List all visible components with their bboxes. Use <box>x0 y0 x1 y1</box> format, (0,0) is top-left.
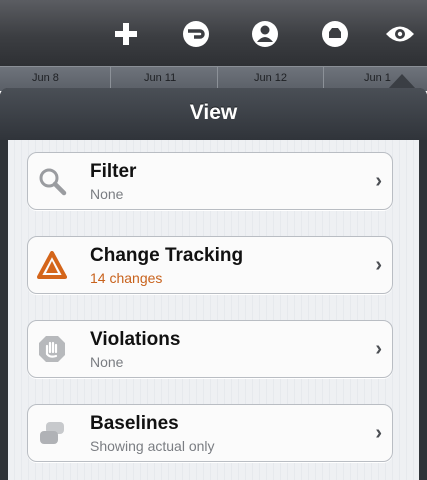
violations-row[interactable]: Violations None › <box>27 320 393 378</box>
violations-subtitle: None <box>90 354 124 370</box>
top-toolbar <box>0 0 427 66</box>
popover-body: Filter None › Change Tracking 14 changes… <box>8 140 419 480</box>
change-tracking-subtitle: 14 changes <box>90 270 163 286</box>
timeline-date: Jun 1 <box>364 72 391 84</box>
add-button[interactable] <box>108 16 144 52</box>
popover-title: View <box>189 101 238 124</box>
chevron-right-icon: › <box>375 338 382 360</box>
stop-button[interactable] <box>317 16 353 52</box>
eye-icon <box>386 26 414 42</box>
baselines-icon <box>36 417 68 449</box>
change-tracking-title: Change Tracking <box>90 245 244 266</box>
magnifier-icon <box>36 165 68 197</box>
baselines-row[interactable]: Baselines Showing actual only › <box>27 404 393 462</box>
timeline-date: Jun 11 <box>144 72 177 84</box>
eye-button[interactable] <box>382 16 418 52</box>
change-tracking-row[interactable]: Change Tracking 14 changes › <box>27 236 393 294</box>
minus-circle-button[interactable] <box>178 16 214 52</box>
filter-subtitle: None <box>90 186 124 202</box>
chevron-right-icon: › <box>375 170 382 192</box>
baselines-title: Baselines <box>90 413 179 434</box>
chevron-right-icon: › <box>375 422 382 444</box>
person-icon <box>252 21 278 47</box>
filter-title: Filter <box>90 161 137 182</box>
baselines-subtitle: Showing actual only <box>90 438 215 454</box>
violations-title: Violations <box>90 329 181 350</box>
filter-row[interactable]: Filter None › <box>27 152 393 210</box>
popover-arrow <box>388 74 416 89</box>
timeline-date: Jun 8 <box>32 72 59 84</box>
stop-icon <box>322 21 348 47</box>
warning-triangle-icon <box>36 249 68 281</box>
timeline-date: Jun 12 <box>254 72 288 84</box>
add-icon <box>115 23 137 45</box>
person-button[interactable] <box>247 16 283 52</box>
view-popover: View Filter None › Change Tracking 14 ch… <box>0 88 427 480</box>
chevron-right-icon: › <box>375 254 382 276</box>
hand-stop-icon <box>36 333 68 365</box>
minus-circle-icon <box>183 21 209 47</box>
popover-header: View <box>0 88 427 140</box>
